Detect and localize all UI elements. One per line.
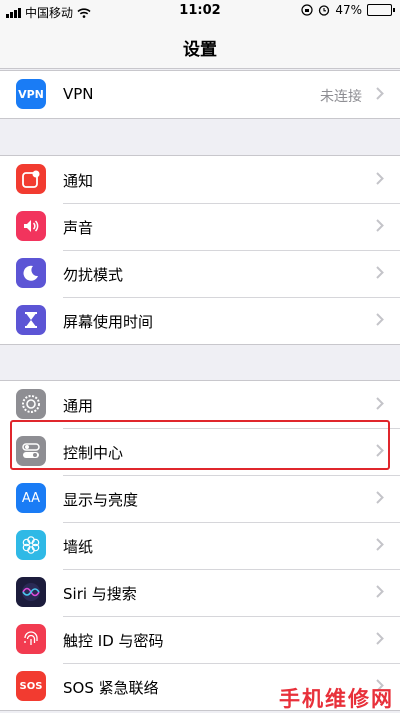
moon-icon bbox=[16, 258, 46, 288]
general-group: 通用 控制中心 AA 显示与亮度 墙纸 Siri 与搜索 触控 ID 与密码 S… bbox=[0, 380, 400, 711]
status-right: 47% bbox=[301, 3, 395, 17]
settings-row-label: 墙纸 bbox=[63, 538, 94, 556]
settings-row-vpn[interactable]: VPN VPN 未连接 bbox=[0, 71, 400, 118]
speaker-icon bbox=[16, 211, 46, 241]
chevron-right-icon bbox=[376, 585, 384, 598]
chevron-right-icon bbox=[376, 87, 384, 100]
notifications-group: 通知 声音 勿扰模式 屏幕使用时间 bbox=[0, 155, 400, 345]
vpn-icon: VPN bbox=[16, 79, 46, 109]
watermark: 手机维修网 bbox=[279, 687, 394, 711]
notification-icon bbox=[16, 164, 46, 194]
sos-icon: SOS bbox=[16, 671, 46, 701]
vpn-group: VPN VPN 未连接 bbox=[0, 70, 400, 119]
chevron-right-icon bbox=[376, 397, 384, 410]
chevron-right-icon bbox=[376, 538, 384, 551]
settings-row-wallpaper[interactable]: 墙纸 bbox=[0, 522, 400, 569]
settings-row-control-center[interactable]: 控制中心 bbox=[0, 428, 400, 475]
settings-row-label: 控制中心 bbox=[63, 444, 124, 462]
settings-row-label: 声音 bbox=[63, 219, 94, 237]
settings-row-sounds[interactable]: 声音 bbox=[0, 203, 400, 250]
settings-row-general[interactable]: 通用 bbox=[0, 381, 400, 428]
settings-row-label: VPN bbox=[63, 85, 94, 103]
settings-row-label: 勿扰模式 bbox=[63, 266, 124, 284]
nav-bar: 设置 bbox=[0, 22, 400, 69]
chevron-right-icon bbox=[376, 491, 384, 504]
chevron-right-icon bbox=[376, 444, 384, 457]
settings-row-siri-search[interactable]: Siri 与搜索 bbox=[0, 569, 400, 616]
settings-row-do-not-disturb[interactable]: 勿扰模式 bbox=[0, 250, 400, 297]
settings-row-label: 屏幕使用时间 bbox=[63, 313, 154, 331]
settings-row-notifications[interactable]: 通知 bbox=[0, 156, 400, 203]
settings-row-label: 触控 ID 与密码 bbox=[63, 632, 164, 650]
settings-row-label: Siri 与搜索 bbox=[63, 585, 137, 603]
alarm-icon bbox=[319, 5, 330, 16]
chevron-right-icon bbox=[376, 172, 384, 185]
settings-row-display-brightness[interactable]: AA 显示与亮度 bbox=[0, 475, 400, 522]
battery-percent: 47% bbox=[335, 3, 362, 17]
vpn-status-value: 未连接 bbox=[320, 89, 362, 105]
siri-icon bbox=[16, 577, 46, 607]
chevron-right-icon bbox=[376, 313, 384, 326]
toggle-icon bbox=[16, 436, 46, 466]
settings-row-label: 显示与亮度 bbox=[63, 491, 139, 509]
gear-icon bbox=[16, 389, 46, 419]
chevron-right-icon bbox=[376, 219, 384, 232]
settings-row-label: 通用 bbox=[63, 397, 94, 415]
status-bar: 中国移动 11:02 47% bbox=[0, 0, 400, 22]
aa-icon: AA bbox=[16, 483, 46, 513]
settings-row-touch-id-passcode[interactable]: 触控 ID 与密码 bbox=[0, 616, 400, 663]
hourglass-icon bbox=[16, 305, 46, 335]
chevron-right-icon bbox=[376, 266, 384, 279]
settings-row-label: SOS 紧急联络 bbox=[63, 679, 159, 697]
rotation-lock-icon bbox=[301, 4, 313, 16]
page-title: 设置 bbox=[183, 40, 217, 60]
settings-row-label: 通知 bbox=[63, 172, 94, 190]
fingerprint-icon bbox=[16, 624, 46, 654]
flower-icon bbox=[16, 530, 46, 560]
settings-row-screen-time[interactable]: 屏幕使用时间 bbox=[0, 297, 400, 344]
chevron-right-icon bbox=[376, 632, 384, 645]
battery-icon bbox=[367, 4, 395, 16]
